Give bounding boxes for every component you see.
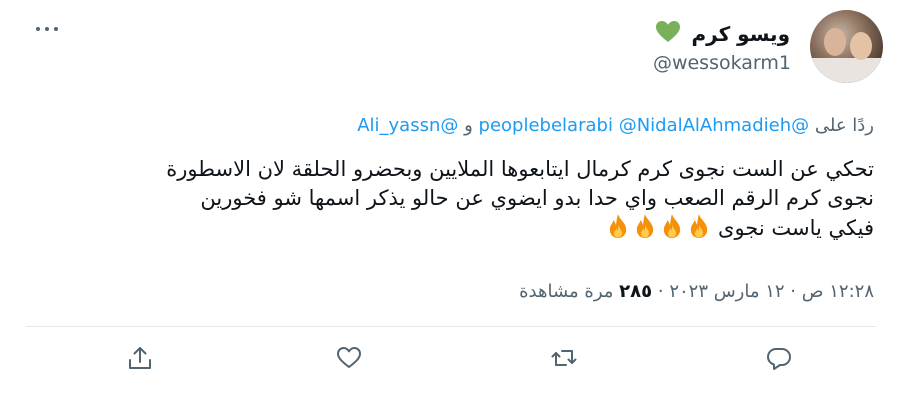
reply-icon (767, 348, 791, 370)
author-display-name[interactable]: ويسو كرم (691, 22, 790, 46)
reply-conjunction: و (464, 115, 473, 136)
fire-emoji-row (603, 214, 711, 240)
view-count: ٢٨٥ (619, 281, 653, 302)
mention-link[interactable]: @Ali_yassn (357, 115, 458, 136)
retweet-button[interactable] (551, 345, 581, 375)
more-options-button[interactable] (34, 22, 64, 36)
tweet-meta: ١٢:٢٨ ص · ١٢ مارس ٢٠٢٣ · ٢٨٥ مرة مشاهدة (519, 281, 874, 302)
like-button[interactable] (336, 345, 366, 375)
view-label: مرة مشاهدة (519, 281, 614, 302)
fire-icon (664, 214, 681, 238)
reply-prefix: ردًا على (814, 115, 874, 136)
tweet-time[interactable]: ١٢:٢٨ ص (802, 281, 874, 302)
green-heart-icon (656, 21, 680, 42)
avatar[interactable] (810, 10, 883, 83)
meta-separator: · (657, 281, 664, 302)
tweet-text-line-last: فيكي ياست نجوى (54, 213, 874, 243)
share-button[interactable] (127, 345, 157, 375)
fire-icon (610, 214, 627, 238)
author-handle[interactable]: @wessokarm1 (653, 52, 791, 74)
share-icon (129, 347, 151, 369)
divider (26, 326, 876, 327)
tweet-text-line: تحكي عن الست نجوى كرم كرمال ايتابعوها ال… (166, 157, 874, 181)
tweet-date[interactable]: ١٢ مارس ٢٠٢٣ (669, 281, 784, 302)
mention-link[interactable]: @NidalAlAhmadieh (619, 115, 791, 136)
fire-icon (691, 214, 708, 238)
tweet-card: ويسو كرم @wessokarm1 ردًا على @peoplebel… (0, 0, 902, 406)
fire-icon (637, 214, 654, 238)
tweet-text-line: نجوى كرم الرقم الصعب واي حدا بدو ايضوي ع… (200, 186, 874, 210)
tweet-text-segment: فيكي ياست نجوى (718, 216, 874, 240)
retweet-icon (551, 350, 577, 366)
reply-button[interactable] (766, 345, 796, 375)
tweet-text: تحكي عن الست نجوى كرم كرمال ايتابعوها ال… (54, 155, 874, 243)
meta-separator: · (790, 281, 797, 302)
heart-icon (337, 347, 361, 368)
reply-context: ردًا على @peoplebelarabi @NidalAlAhmadie… (357, 115, 874, 136)
